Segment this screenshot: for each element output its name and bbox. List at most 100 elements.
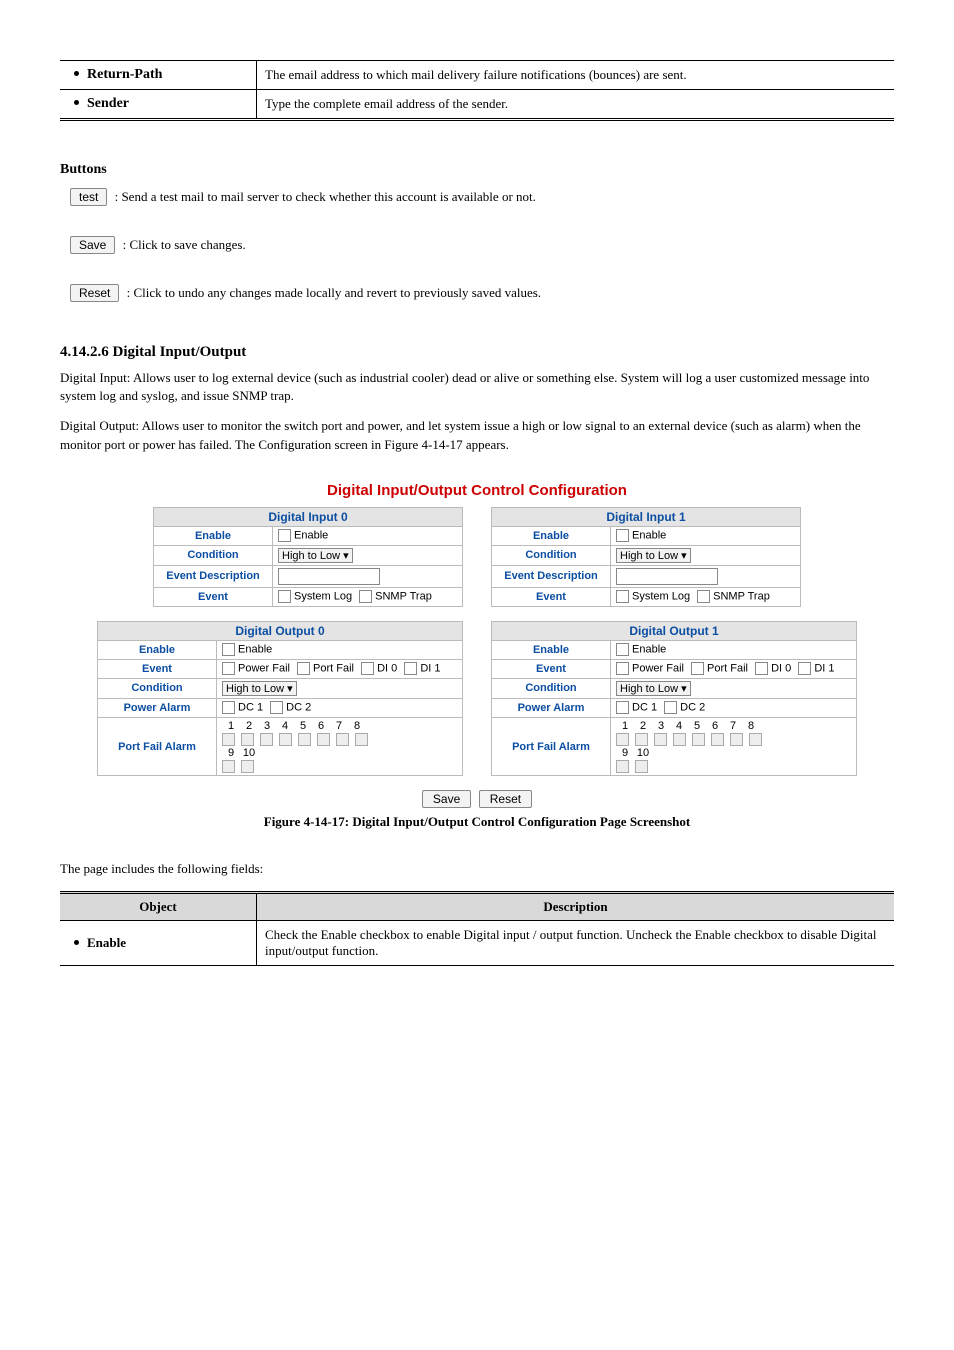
di0-enable-checkbox[interactable] xyxy=(278,529,291,542)
intro-para-1: Digital Input: Allows user to log extern… xyxy=(60,369,894,405)
do0-poweralarm-label: Power Alarm xyxy=(98,698,217,717)
di1-header: Digital Input 1 xyxy=(491,507,801,526)
di1-eventdesc-input[interactable] xyxy=(616,568,718,585)
di1-snmptrap-checkbox[interactable] xyxy=(697,590,710,603)
do0-di1-cb[interactable] xyxy=(404,662,417,675)
di0-header: Digital Input 0 xyxy=(153,507,463,526)
do0-port5-cb[interactable] xyxy=(298,733,311,746)
reset-button[interactable]: Reset xyxy=(479,790,532,808)
do0-dc1-cb[interactable] xyxy=(222,701,235,714)
do1-dc1-cb[interactable] xyxy=(616,701,629,714)
do1-condition-label: Condition xyxy=(492,678,611,698)
do0-enable-checkbox[interactable] xyxy=(222,643,235,656)
enable-obj-desc: Check the Enable checkbox to enable Digi… xyxy=(257,920,895,965)
reset-button-desc: : Click to undo any changes made locally… xyxy=(127,285,541,300)
do1-di0-cb[interactable] xyxy=(755,662,768,675)
do1-port10-cb[interactable] xyxy=(635,760,648,773)
do1-dc2-cb[interactable] xyxy=(664,701,677,714)
do0-port1-cb[interactable] xyxy=(222,733,235,746)
reset-button[interactable]: Reset xyxy=(70,284,119,302)
do1-ports-1-8: 12345678 xyxy=(616,720,851,733)
do1-port6-cb[interactable] xyxy=(711,733,724,746)
do0-port10-cb[interactable] xyxy=(241,760,254,773)
do0-port2-cb[interactable] xyxy=(241,733,254,746)
do1-port9-cb[interactable] xyxy=(616,760,629,773)
do1-condition-select[interactable]: High to Low ▾ xyxy=(616,681,691,696)
do0-enable-label: Enable xyxy=(98,640,217,659)
di0-snmptrap-checkbox[interactable] xyxy=(359,590,372,603)
col-object: Object xyxy=(60,892,257,920)
di0-eventdesc-input[interactable] xyxy=(278,568,380,585)
di0-enable-label: Enable xyxy=(154,526,273,545)
do0-ports-9-10: 910 xyxy=(222,747,457,760)
object-table-bottom: Object Description Enable Check the Enab… xyxy=(60,891,894,966)
do1-poweralarm-label: Power Alarm xyxy=(492,698,611,717)
di0-event-label: Event xyxy=(154,587,273,606)
do1-port3-cb[interactable] xyxy=(654,733,667,746)
do1-port5-cb[interactable] xyxy=(692,733,705,746)
test-button[interactable]: test xyxy=(70,188,107,206)
buttons-heading: Buttons xyxy=(60,162,107,177)
di0-condition-label: Condition xyxy=(154,545,273,565)
obj-desc: Type the complete email address of the s… xyxy=(257,90,895,120)
do0-port9-cb[interactable] xyxy=(222,760,235,773)
save-button[interactable]: Save xyxy=(70,236,115,254)
do0-port3-cb[interactable] xyxy=(260,733,273,746)
obj-label: Return-Path xyxy=(87,67,162,82)
do0-dc2-cb[interactable] xyxy=(270,701,283,714)
do0-condition-select[interactable]: High to Low ▾ xyxy=(222,681,297,696)
do1-ports-9-10: 910 xyxy=(616,747,851,760)
obj-desc: The email address to which mail delivery… xyxy=(257,61,895,90)
di1-eventdesc-label: Event Description xyxy=(492,565,611,587)
do1-port1-cb[interactable] xyxy=(616,733,629,746)
di0-condition-select[interactable]: High to Low ▾ xyxy=(278,548,353,563)
do1-event-label: Event xyxy=(492,659,611,678)
lower-intro: The page includes the following fields: xyxy=(60,860,894,878)
enable-obj-label: Enable xyxy=(87,935,126,950)
di1-event-label: Event xyxy=(492,587,611,606)
do0-portfail-cb[interactable] xyxy=(297,662,310,675)
col-description: Description xyxy=(257,892,895,920)
do0-di0-cb[interactable] xyxy=(361,662,374,675)
obj-label: Sender xyxy=(87,96,129,111)
section-heading: 4.14.2.6 Digital Input/Output xyxy=(60,344,894,361)
do0-port7-cb[interactable] xyxy=(336,733,349,746)
do0-powerfail-cb[interactable] xyxy=(222,662,235,675)
object-table-top: Return-Path The email address to which ma… xyxy=(60,60,894,121)
intro-para-2: Digital Output: Allows user to monitor t… xyxy=(60,417,894,453)
do0-port4-cb[interactable] xyxy=(279,733,292,746)
di0-table: Enable Enable Condition High to Low ▾ Ev… xyxy=(153,526,463,607)
do1-port7-cb[interactable] xyxy=(730,733,743,746)
do1-di1-cb[interactable] xyxy=(798,662,811,675)
test-button-desc: : Send a test mail to mail server to che… xyxy=(115,189,536,204)
do1-portfail-cb[interactable] xyxy=(691,662,704,675)
do0-ports-1-8: 12345678 xyxy=(222,720,457,733)
do1-port8-cb[interactable] xyxy=(749,733,762,746)
do0-portfail-label: Port Fail Alarm xyxy=(98,717,217,776)
dio-config-figure: Digital Input/Output Control Configurati… xyxy=(97,482,857,809)
di0-syslog-checkbox[interactable] xyxy=(278,590,291,603)
di1-enable-label: Enable xyxy=(492,526,611,545)
figure-title: Digital Input/Output Control Configurati… xyxy=(97,482,857,499)
do1-enable-checkbox[interactable] xyxy=(616,643,629,656)
do0-port8-cb[interactable] xyxy=(355,733,368,746)
save-button[interactable]: Save xyxy=(422,790,471,808)
do1-table: Enable Enable Event Power Fail Port Fail… xyxy=(491,640,857,777)
do1-portfail-label: Port Fail Alarm xyxy=(492,717,611,776)
do0-condition-label: Condition xyxy=(98,678,217,698)
figure-caption: Figure 4-14-17: Digital Input/Output Con… xyxy=(60,814,894,830)
di1-table: Enable Enable Condition High to Low ▾ Ev… xyxy=(491,526,801,607)
do0-event-label: Event xyxy=(98,659,217,678)
do1-port2-cb[interactable] xyxy=(635,733,648,746)
di1-condition-select[interactable]: High to Low ▾ xyxy=(616,548,691,563)
di1-enable-checkbox[interactable] xyxy=(616,529,629,542)
do0-table: Enable Enable Event Power Fail Port Fail… xyxy=(97,640,463,777)
do1-header: Digital Output 1 xyxy=(491,621,857,640)
di1-condition-label: Condition xyxy=(492,545,611,565)
do1-port4-cb[interactable] xyxy=(673,733,686,746)
do0-header: Digital Output 0 xyxy=(97,621,463,640)
do1-powerfail-cb[interactable] xyxy=(616,662,629,675)
do0-port6-cb[interactable] xyxy=(317,733,330,746)
di1-syslog-checkbox[interactable] xyxy=(616,590,629,603)
di0-eventdesc-label: Event Description xyxy=(154,565,273,587)
